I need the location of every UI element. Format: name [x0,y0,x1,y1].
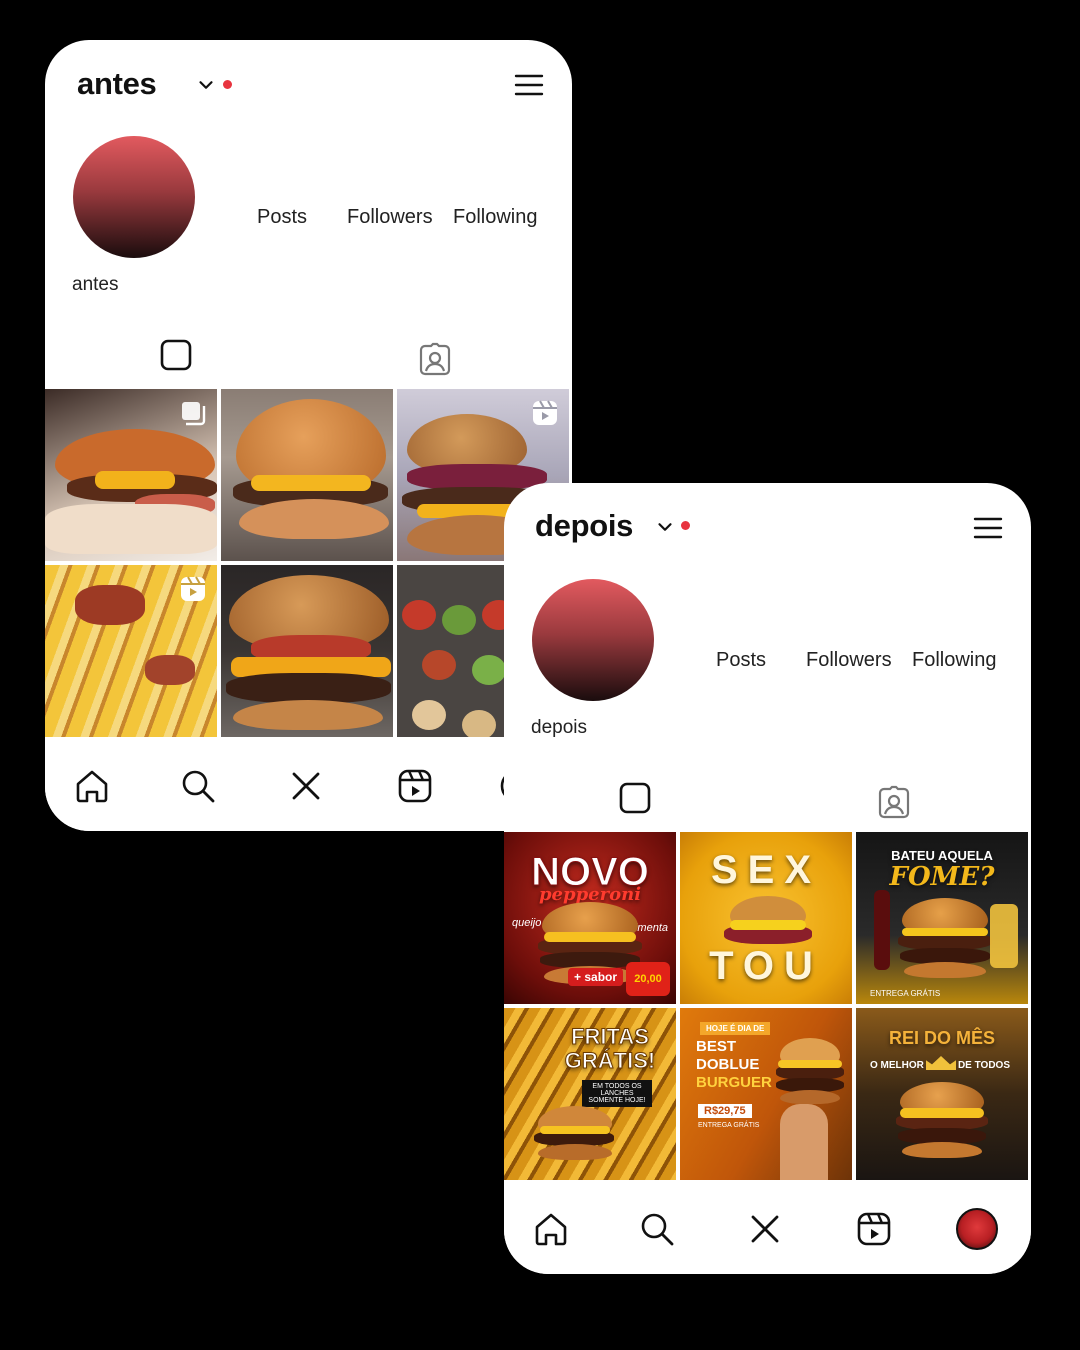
username[interactable]: antes [77,66,157,102]
post-headline-2: TOU [709,944,823,988]
bottom-nav [45,737,572,831]
post-script: FOME? [889,862,995,892]
menu-icon[interactable] [514,70,544,100]
post-headline: BEST [696,1038,737,1055]
grid-tab-icon[interactable] [159,338,193,372]
search-icon[interactable] [179,767,217,805]
avatar[interactable] [532,579,654,701]
post-headline-3: BURGUER [696,1074,772,1091]
grid-post[interactable] [221,565,393,737]
grid-post[interactable] [45,565,217,737]
post-headline-2: DOBLUE [696,1056,760,1073]
profile-header: depois [504,483,1031,573]
tagged-tab-icon[interactable] [418,342,452,376]
profile-avatar[interactable] [956,1208,998,1250]
home-icon[interactable] [532,1210,570,1248]
posts-grid [45,389,572,737]
grid-tab-icon[interactable] [618,781,652,815]
avatar[interactable] [73,136,195,258]
tagged-tab-icon[interactable] [877,785,911,819]
post-tag: HOJE É DIA DE [700,1022,771,1035]
post-left: O MELHOR [870,1060,924,1071]
home-icon[interactable] [73,767,111,805]
grid-post[interactable]: REI DO MÊS O MELHOR DE TODOS [856,1008,1028,1180]
grid-post[interactable] [221,389,393,561]
post-headline-2: GRÁTIS! [564,1048,656,1074]
grid-post[interactable]: FRITAS GRÁTIS! EM TODOS OS LANCHES SOMEN… [504,1008,676,1180]
stat-following[interactable]: Following [453,206,537,229]
grid-post[interactable]: NOVO pepperoni queijo pimenta + sabor 20… [504,832,676,1004]
post-headline: BATEU AQUELA [891,848,993,863]
stat-followers[interactable]: Followers [806,649,892,672]
close-icon[interactable] [287,767,325,805]
posts-grid: NOVO pepperoni queijo pimenta + sabor 20… [504,832,1031,1180]
post-headline: REI DO MÊS [888,1028,995,1048]
post-tag: queijo [512,917,542,929]
grid-post[interactable]: SEX TOU [680,832,852,1004]
search-icon[interactable] [638,1210,676,1248]
post-sub: EM TODOS OS LANCHES SOMENTE HOJE! [582,1080,652,1107]
stat-followers[interactable]: Followers [347,206,433,229]
profile-header: antes [45,40,572,130]
stat-posts[interactable]: Posts [716,649,766,672]
menu-icon[interactable] [973,513,1003,543]
reels-icon [181,576,205,601]
grid-post[interactable] [45,389,217,561]
bottom-nav [504,1180,1031,1274]
stat-following[interactable]: Following [912,649,996,672]
post-footer: ENTREGA GRÁTIS [698,1122,760,1129]
grid-post[interactable]: HOJE É DIA DE BEST DOBLUE BURGUER R$29,7… [680,1008,852,1180]
profile-name: antes [72,274,119,295]
post-promo: 20,00 [626,962,670,996]
chevron-down-icon[interactable] [654,516,676,538]
post-right: DE TODOS [957,1060,1010,1071]
profile-name: depois [531,717,587,738]
post-badge: + sabor [568,968,624,986]
notification-dot [681,521,690,530]
post-headline: SEX [710,848,822,892]
chevron-down-icon[interactable] [195,74,217,96]
stat-posts[interactable]: Posts [257,206,307,229]
post-headline: FRITAS [571,1024,650,1050]
profile-card-after: depois Posts Followers Following depois … [504,483,1031,1274]
grid-post[interactable]: BATEU AQUELA FOME? ENTREGA GRÁTIS [856,832,1028,1004]
notification-dot [223,80,232,89]
multi-post-icon [182,402,206,426]
post-footer: ENTREGA GRÁTIS [870,989,941,998]
username[interactable]: depois [535,508,633,544]
close-icon[interactable] [746,1210,784,1248]
profile-card-before: antes Posts Followers Following antes [45,40,572,831]
post-price: R$29,75 [698,1104,752,1118]
reels-icon[interactable] [396,767,434,805]
reels-icon[interactable] [855,1210,893,1248]
reels-icon [533,400,557,425]
